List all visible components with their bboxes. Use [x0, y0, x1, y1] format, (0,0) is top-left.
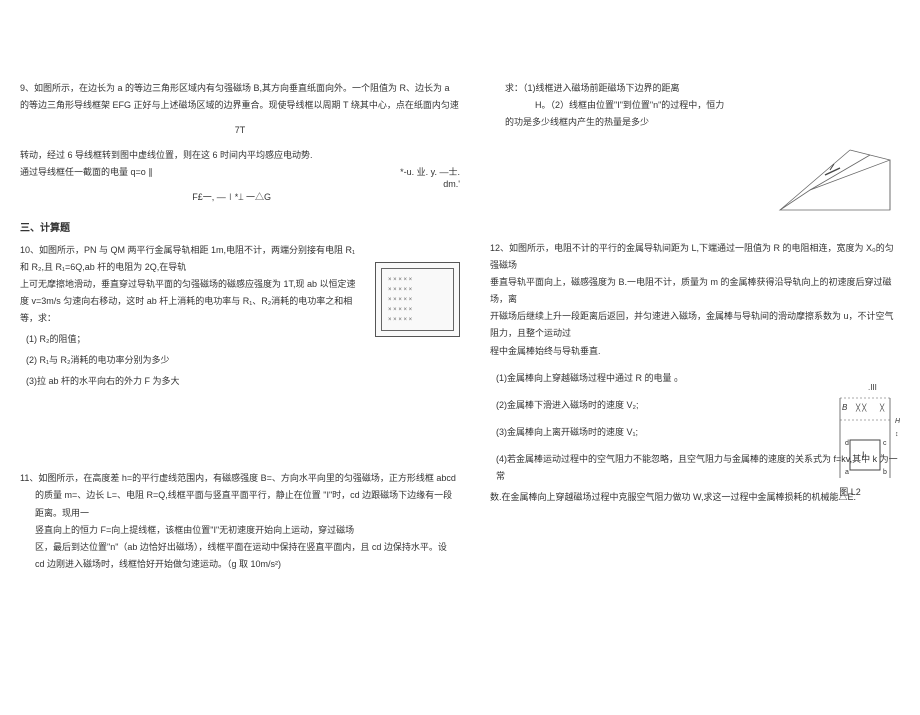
q11-line2: 的质量 m=、边长 L=、电阻 R=Q,线框平面与竖直平面平行，静止在位置 "I… [20, 487, 460, 521]
q12-line1: 12、如图所示，电阻不计的平行的金属导轨间距为 L,下端通过一阻值为 R 的电阻… [490, 240, 900, 274]
q9-line1: 9、如图所示，在边长为 a 的等边三角形区域内有匀强磁场 B,其方向垂直纸面向外… [20, 80, 460, 97]
circuit-field-pattern: × × × × × × × × × × × × × × × × × × × × … [388, 275, 447, 324]
svg-text:╳: ╳ [879, 403, 885, 412]
section-title: 三、计算题 [20, 219, 460, 234]
q11-line3: 竖直向上的恒力 F=向上提线框，该框由位置"I"无初速度开始向上运动，穿过磁场 [20, 522, 460, 539]
svg-text:b: b [883, 469, 887, 476]
q9-sym: 7T [20, 122, 460, 139]
fig-l2-label-iii: .III [868, 383, 877, 392]
question-9: 9、如图所示，在边长为 a 的等边三角形区域内有匀强磁场 B,其方向垂直纸面向外… [20, 80, 460, 207]
q10-sub2: (2) R₁与 R₂消耗的电功率分别为多少 [26, 352, 365, 369]
svg-text:d: d [845, 440, 849, 447]
q9-formula: F£一, —∣*⟘ 一△G [20, 189, 460, 206]
q10-line3: 度 v=3m/s 匀速向右移动，这时 ab 杆上消耗的电功率与 R₁、R₂消耗的… [20, 293, 365, 327]
q10-sub3: (3)拉 ab 杆的水平向右的外力 F 为多大 [26, 373, 365, 390]
q10-line2: 上可无摩擦地滑动，垂直穿过导轨平面的匀强磁场的磁感应强度为 1T,现 ab 以恒… [20, 276, 365, 293]
q9-line4: 转动，经过 6 导线框转到图中虚线位置，则在这 6 时间内平均感应电动势. [20, 147, 460, 164]
q11-line4: 区，最后到达位置"n"（ab 边恰好出磁场），线框平面在运动中保持在竖直平面内，… [20, 539, 460, 556]
q9-line2: 的等边三角形导线框架 EFG 正好与上述磁场区域的边界重合。现使导线框以周期 T… [20, 97, 460, 114]
svg-text:H: H [895, 418, 900, 425]
q9-line5-left: 通过导线框任一截面的电量 q=o ∥ [20, 167, 153, 177]
q10-sub1: (1) R₂的阻值； [26, 331, 365, 348]
svg-text:↕: ↕ [895, 431, 899, 438]
question-11: 11、如图所示，在高度差 h=的平行虚线范围内，有磁感强度 B=、方向水平向里的… [20, 470, 460, 573]
svg-text:a: a [845, 469, 849, 476]
q11b-line1a: 求：（1)线框进入磁场前距磁场下边界的距离 [505, 83, 680, 93]
fig-l2-label-i: I [862, 450, 865, 460]
q11-line5: cd 边刚进入磁场时，线框恰好开始做匀速运动。（g 取 10m/s²) [20, 556, 460, 573]
svg-text:╳ ╳: ╳ ╳ [855, 403, 867, 412]
q11b-line1-wrap: 求：（1)线框进入磁场前距磁场下边界的距离 H。（2）线框由位置"I"到位置"n… [490, 80, 900, 114]
question-10: 10、如图所示，PN 与 QM 两平行金属导轨相距 1m,电阻不计，两端分别接有… [20, 242, 460, 391]
svg-text:c: c [883, 440, 887, 447]
inclined-plane-diagram [770, 140, 900, 220]
figure-l2-caption: 图 L2 [800, 485, 900, 498]
q10-line1: 10、如图所示，PN 与 QM 两平行金属导轨相距 1m,电阻不计，两端分别接有… [20, 242, 365, 276]
q11b-line1b: H。（2）线框由位置"I"到位置"n"的过程中，恒力 [535, 97, 724, 114]
q12-line4: 程中金属棒始终与导轨垂直. [490, 343, 900, 360]
q9-formula-right: dm.' [443, 176, 460, 193]
circuit-diagram: × × × × × × × × × × × × × × × × × × × × … [375, 262, 460, 337]
q11-line1: 11、如图所示，在高度差 h=的平行虚线范围内，有磁感强度 B=、方向水平向里的… [20, 470, 460, 487]
question-11b: 求：（1)线框进入磁场前距磁场下边界的距离 H。（2）线框由位置"I"到位置"n… [490, 80, 900, 220]
q12-line2: 垂直导轨平面向上，磁感强度为 B.一电阻不计，质量为 m 的金属棒获得沿导轨向上… [490, 274, 900, 308]
q9-line5: 通过导线框任一截面的电量 q=o ∥ *-u. 业. y. —士. [20, 164, 460, 181]
q12-line3: 开磁场后继续上升一段距离后返回，并匀速进入磁场，金属棒与导轨间的滑动摩擦系数为 … [490, 308, 900, 342]
q11b-line2: 的功是多少线框内产生的热量是多少 [490, 114, 900, 131]
fig-l2-label-b: B [842, 403, 848, 412]
figure-l2: .III B ╳ ╳ ╳ H ↕ d c a b I 图 L2 [800, 378, 900, 508]
